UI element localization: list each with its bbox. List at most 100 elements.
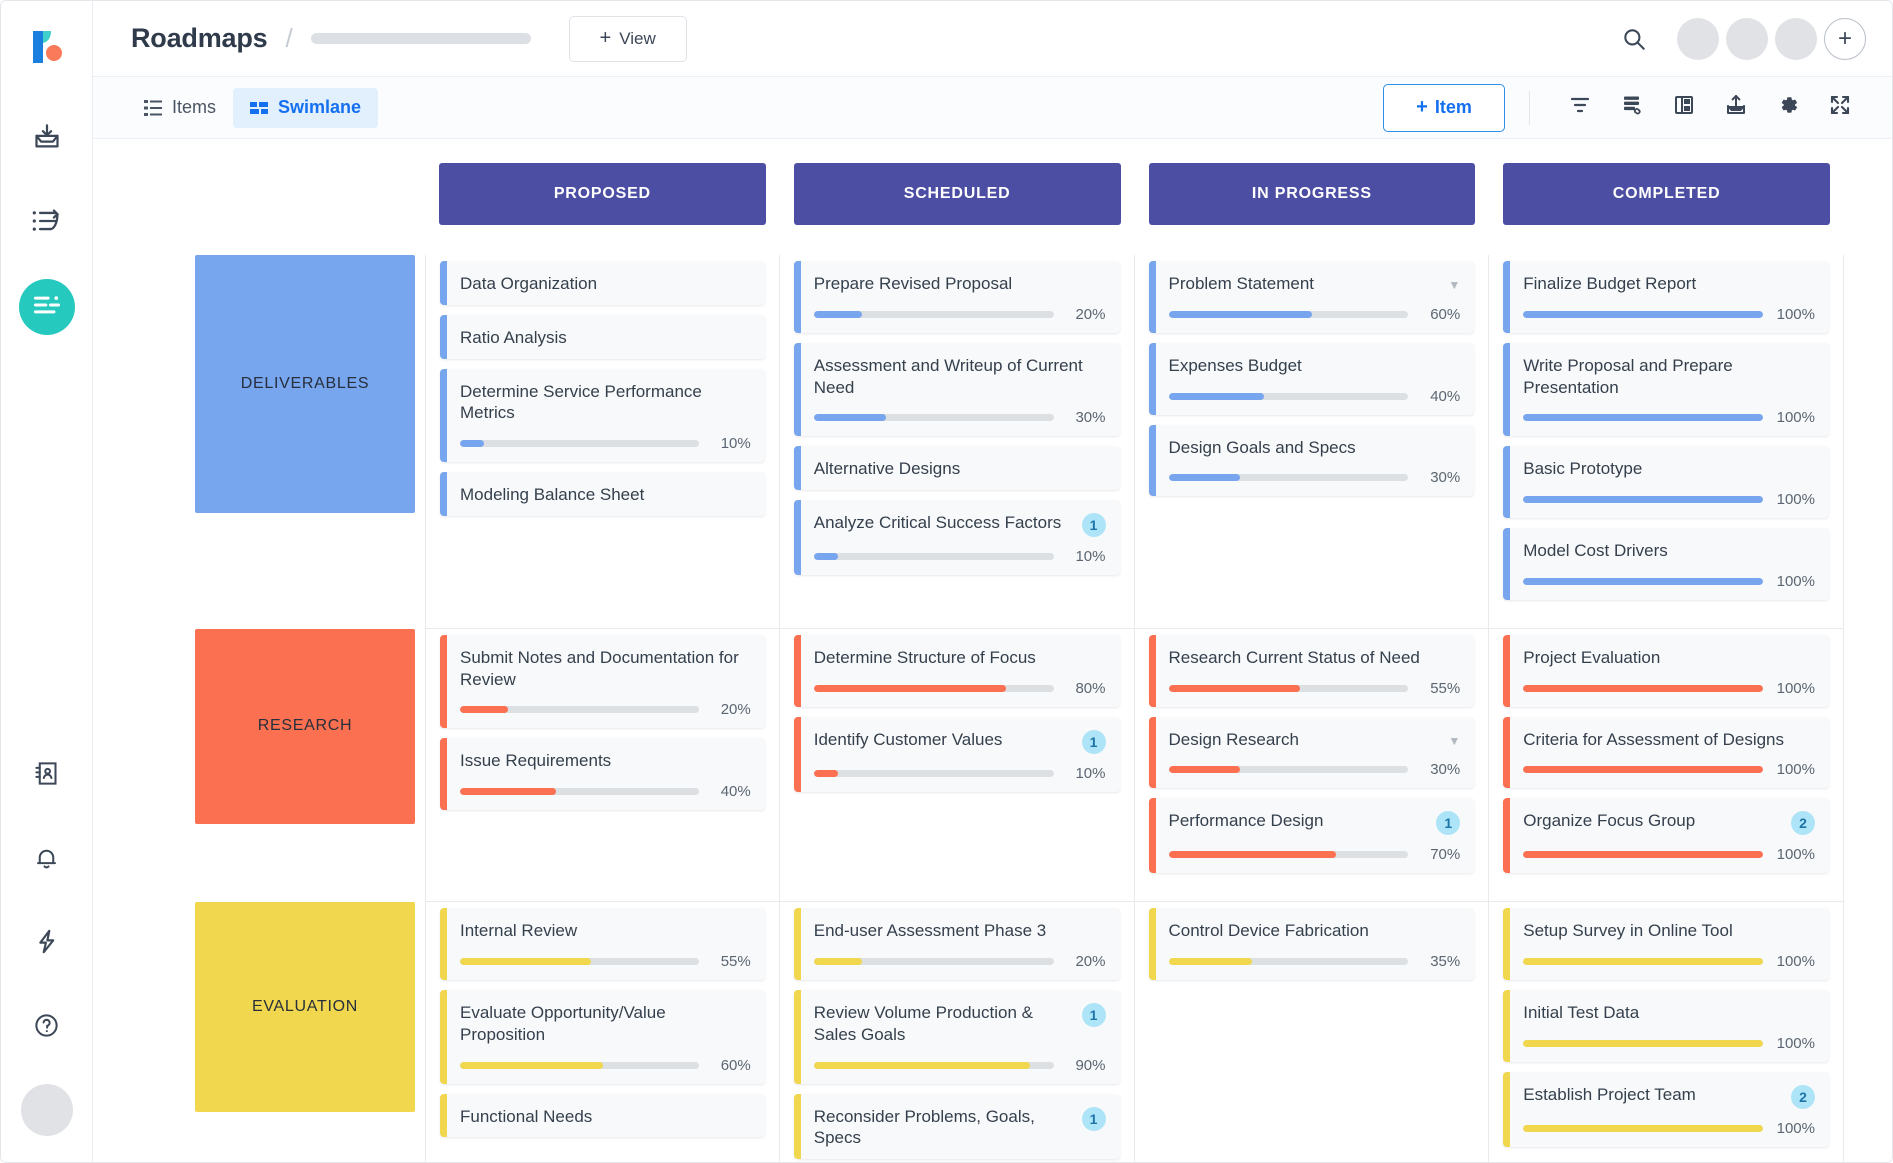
- roadmap-card[interactable]: Functional Needs: [440, 1094, 765, 1138]
- roadmap-card[interactable]: Ratio Analysis: [440, 315, 765, 359]
- roadmap-card[interactable]: Performance Design170%: [1149, 798, 1475, 873]
- card-color-stripe: [794, 1094, 801, 1160]
- roadmap-card[interactable]: Data Organization: [440, 261, 765, 305]
- card-title-row: Design Research ▼: [1169, 729, 1461, 751]
- avatar[interactable]: [1677, 18, 1719, 60]
- layout-button[interactable]: [1658, 86, 1710, 130]
- roadmap-card[interactable]: Evaluate Opportunity/Value Proposition60…: [440, 990, 765, 1084]
- card-count-badge[interactable]: 1: [1082, 1003, 1106, 1027]
- sidebar-item-roadmaps[interactable]: [19, 279, 75, 335]
- card-count-badge[interactable]: 1: [1082, 513, 1106, 537]
- settings-button[interactable]: [1762, 86, 1814, 130]
- progress-fill: [1523, 1125, 1763, 1132]
- filter-button[interactable]: [1554, 86, 1606, 130]
- roadmap-card[interactable]: Setup Survey in Online Tool100%: [1503, 908, 1829, 980]
- add-member-button[interactable]: +: [1824, 18, 1866, 60]
- roadmap-card[interactable]: Review Volume Production & Sales Goals19…: [794, 990, 1120, 1084]
- roadmap-card[interactable]: Model Cost Drivers 100%: [1503, 528, 1829, 600]
- card-count-badge[interactable]: 2: [1791, 1085, 1815, 1109]
- roadmap-card[interactable]: Research Current Status of Need55%: [1149, 635, 1475, 707]
- chevron-down-icon[interactable]: ▼: [1448, 734, 1460, 748]
- sidebar-item-help[interactable]: [19, 1000, 75, 1056]
- card-count-badge[interactable]: 1: [1082, 730, 1106, 754]
- roadmap-card[interactable]: Establish Project Team2100%: [1503, 1072, 1829, 1147]
- roadmap-card[interactable]: Design Research▼30%: [1149, 717, 1475, 789]
- roadmap-card[interactable]: Reconsider Problems, Goals, Specs1: [794, 1094, 1120, 1160]
- progress-percent-label: 100%: [1773, 680, 1815, 697]
- search-icon[interactable]: [1621, 26, 1647, 52]
- column-header-in-progress[interactable]: IN PROGRESS: [1149, 163, 1476, 225]
- member-avatars: +: [1677, 18, 1866, 60]
- card-title: Alternative Designs: [814, 458, 1106, 480]
- fullscreen-button[interactable]: [1814, 86, 1866, 130]
- card-count-badge[interactable]: 1: [1082, 1107, 1106, 1131]
- roadmap-card[interactable]: Write Proposal and Prepare Presentation1…: [1503, 343, 1829, 437]
- progress-percent-label: 100%: [1773, 409, 1815, 426]
- sidebar-item-inbox[interactable]: [19, 111, 75, 167]
- roadmap-card[interactable]: Internal Review55%: [440, 908, 765, 980]
- card-title: Design Research: [1169, 729, 1441, 751]
- roadmap-card[interactable]: Identify Customer Values110%: [794, 717, 1120, 792]
- roadmap-card[interactable]: Basic Prototype100%: [1503, 446, 1829, 518]
- tab-items[interactable]: Items: [127, 88, 233, 128]
- progress-track: [814, 553, 1054, 560]
- card-color-stripe: [440, 738, 447, 810]
- roadmap-card[interactable]: Finalize Budget Report100%: [1503, 261, 1829, 333]
- roadmap-card[interactable]: Design Goals and Specs30%: [1149, 425, 1475, 497]
- roadmap-card[interactable]: Analyze Critical Success Factors110%: [794, 500, 1120, 575]
- roadmap-card[interactable]: Assessment and Writeup of Current Need30…: [794, 343, 1120, 437]
- roadmap-card[interactable]: Determine Structure of Focus80%: [794, 635, 1120, 707]
- card-count-badge[interactable]: 1: [1436, 811, 1460, 835]
- roadmap-card[interactable]: Organize Focus Group2100%: [1503, 798, 1829, 873]
- roadmap-card[interactable]: Control Device Fabrication35%: [1149, 908, 1475, 980]
- roadmap-card[interactable]: Expenses Budget40%: [1149, 343, 1475, 415]
- sidebar-item-contacts[interactable]: [19, 748, 75, 804]
- progress-percent-label: 100%: [1773, 573, 1815, 590]
- lane-column-cell: Internal Review55% Evaluate Opportunity/V…: [425, 902, 780, 1162]
- progress-percent-label: 40%: [1418, 388, 1460, 405]
- roadmap-card[interactable]: End-user Assessment Phase 320%: [794, 908, 1120, 980]
- saved-filter-button[interactable]: [1606, 86, 1658, 130]
- sidebar-user-avatar[interactable]: [21, 1084, 73, 1136]
- card-title: Identify Customer Values: [814, 729, 1074, 751]
- app-window: Roadmaps / + View +: [0, 0, 1893, 1163]
- avatar[interactable]: [1775, 18, 1817, 60]
- roadmap-card[interactable]: Alternative Designs: [794, 446, 1120, 490]
- column-header-completed[interactable]: COMPLETED: [1503, 163, 1830, 225]
- progress-fill: [814, 685, 1006, 692]
- card-count-badge[interactable]: 2: [1791, 811, 1815, 835]
- roadmap-card[interactable]: Initial Test Data100%: [1503, 990, 1829, 1062]
- roadmap-card[interactable]: Submit Notes and Documentation for Revie…: [440, 635, 765, 729]
- roadmap-card[interactable]: Prepare Revised Proposal20%: [794, 261, 1120, 333]
- card-title: Criteria for Assessment of Designs: [1523, 729, 1815, 751]
- roadmap-card[interactable]: Problem Statement▼60%: [1149, 261, 1475, 333]
- roadmap-card[interactable]: Criteria for Assessment of Designs100%: [1503, 717, 1829, 789]
- column-header-scheduled[interactable]: SCHEDULED: [794, 163, 1121, 225]
- column-header-proposed[interactable]: PROPOSED: [439, 163, 766, 225]
- add-view-button[interactable]: + View: [569, 16, 687, 62]
- sidebar-item-automations[interactable]: [19, 916, 75, 972]
- lane-label-deliverables[interactable]: DELIVERABLES: [195, 255, 415, 513]
- roadmap-card[interactable]: Project Evaluation100%: [1503, 635, 1829, 707]
- card-title-row: Finalize Budget Report: [1523, 273, 1815, 295]
- sidebar-item-notifications[interactable]: [19, 832, 75, 888]
- lane-label-evaluation[interactable]: EVALUATION: [195, 902, 415, 1112]
- add-item-button[interactable]: + Item: [1383, 84, 1505, 132]
- avatar[interactable]: [1726, 18, 1768, 60]
- app-logo[interactable]: [19, 19, 75, 75]
- progress-fill: [1169, 393, 1265, 400]
- sidebar-item-list-reply[interactable]: [19, 195, 75, 251]
- lane-label-research[interactable]: RESEARCH: [195, 629, 415, 824]
- lane-column-cell: Problem Statement▼60% Expenses Budget40% D…: [1135, 255, 1490, 629]
- card-color-stripe: [1503, 798, 1510, 873]
- roadmap-card[interactable]: Issue Requirements40%: [440, 738, 765, 810]
- card-progress-row: 60%: [460, 1057, 751, 1074]
- card-title: Model Cost Drivers: [1523, 540, 1815, 562]
- roadmap-card[interactable]: Modeling Balance Sheet: [440, 472, 765, 516]
- roadmap-card[interactable]: Determine Service Performance Metrics10%: [440, 369, 765, 463]
- upload-button[interactable]: [1710, 86, 1762, 130]
- chevron-down-icon[interactable]: ▼: [1448, 278, 1460, 292]
- progress-track: [1523, 1040, 1763, 1047]
- card-title: Modeling Balance Sheet: [460, 484, 751, 506]
- tab-swimlane[interactable]: Swimlane: [233, 88, 378, 128]
